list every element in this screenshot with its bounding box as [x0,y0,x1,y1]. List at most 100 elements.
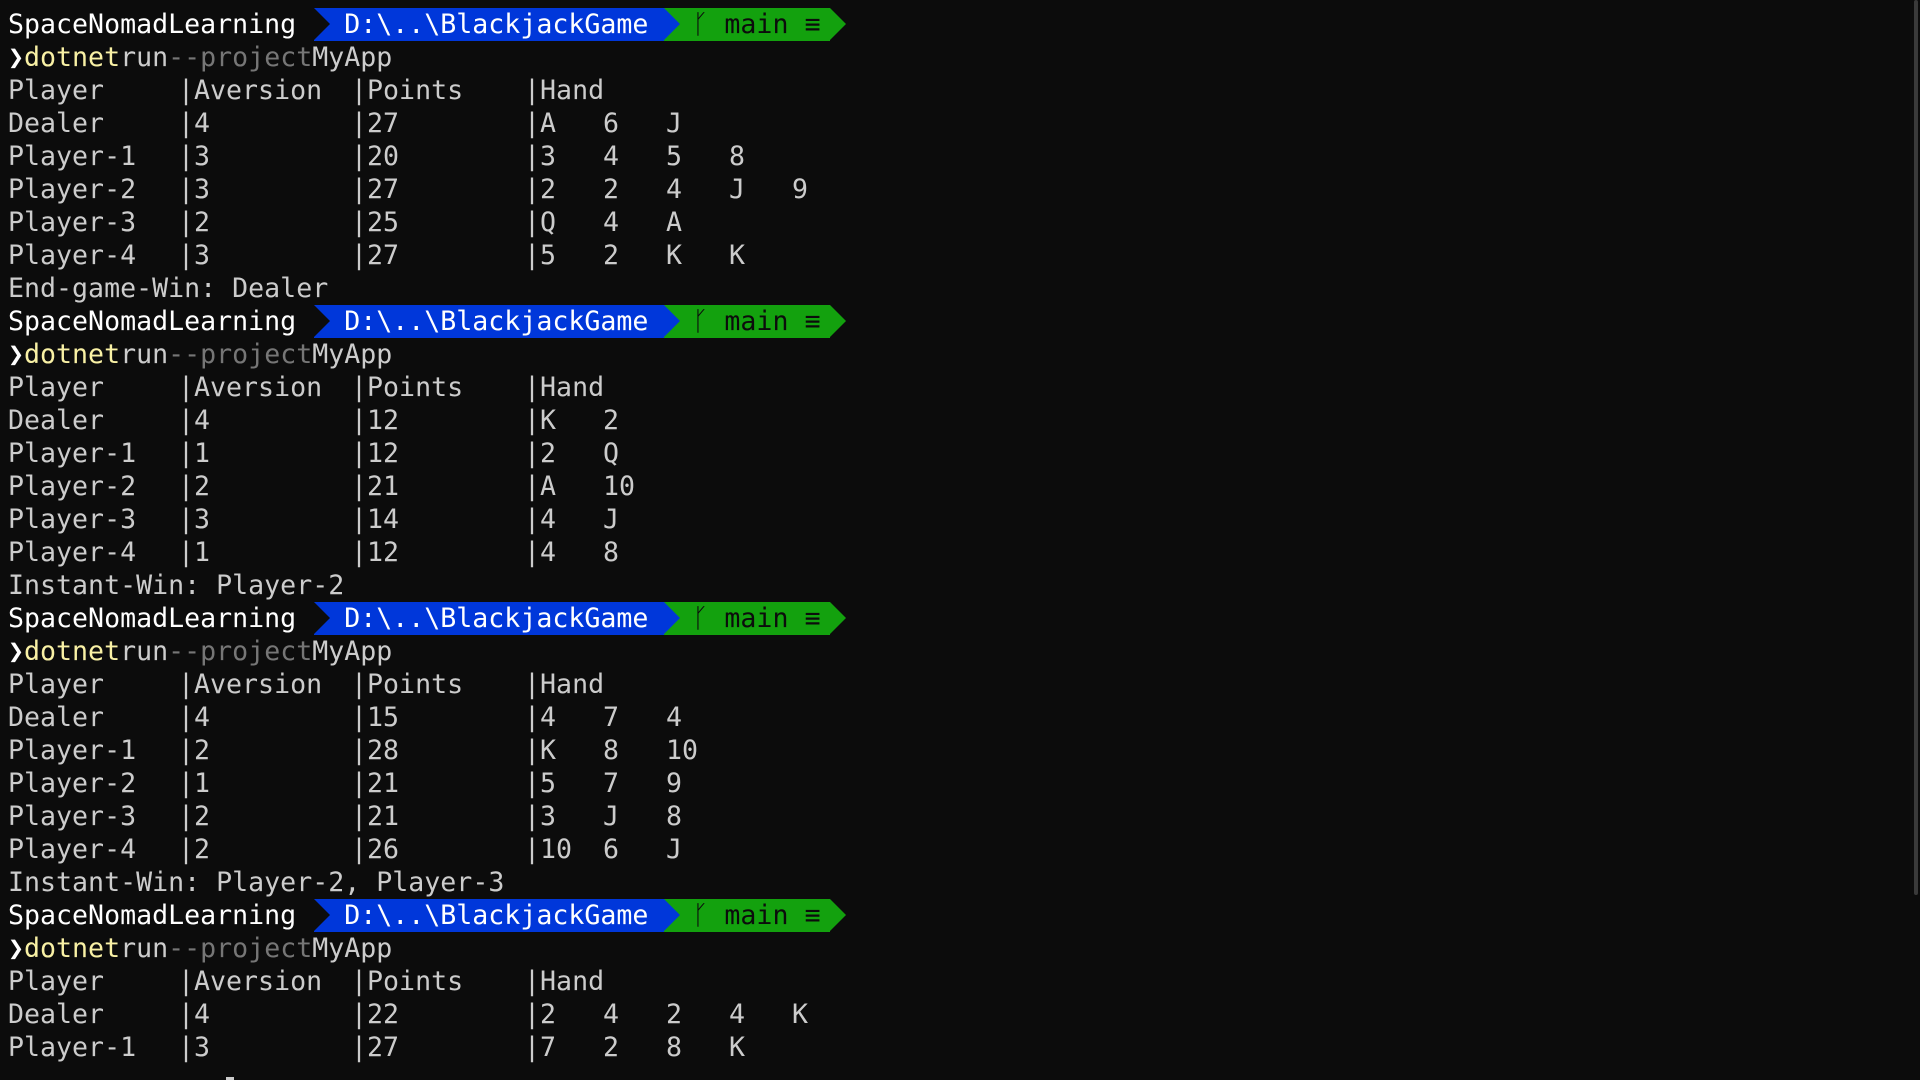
cell-player: Dealer [8,999,105,1030]
cell-points: 27 [367,1032,400,1063]
prompt-path: D:\..\BlackjackGame [314,305,665,338]
hand-card: A [540,471,557,502]
column-separator: | [351,702,368,733]
git-branch-name: main [724,9,789,40]
command-flag: --project [168,42,313,73]
command-line: ❯ dotnet run --project MyApp [8,41,1920,74]
cell-player: Player-4 [8,537,137,568]
cell-player: Player-2 [8,471,137,502]
cell-player: Player-1 [8,1032,137,1063]
cell-hand: 2Q [540,437,666,470]
hand-card: A [540,108,557,139]
table-row: Player-1 | 3 | 20 | 3458 [8,140,1920,173]
column-separator: | [351,75,368,106]
column-separator: | [178,537,195,568]
column-separator: | [351,174,368,205]
table-row: Player-4 | 3 | 27 | 52KK [8,239,1920,272]
command-arg: run [120,42,169,73]
cell-points: 21 [367,471,400,502]
prompt-user: SpaceNomadLearning [8,602,315,635]
prompt-arrow-icon: ❯ [8,933,25,964]
hand-card: 6 [603,108,620,139]
hand-card: Q [603,438,620,469]
command-flag: --project [168,339,313,370]
prompt-git-segment: ᚴ main ≡ [664,602,847,635]
cell-aversion: 3 [194,1032,211,1063]
column-separator: | [351,405,368,436]
cell-hand: 5 2 K K [540,239,792,272]
column-separator: | [351,999,368,1030]
header-points: Points [367,75,464,106]
game-result: Instant-Win: Player-2, Player-3 [8,867,505,898]
prompt-line: SpaceNomadLearning D:\..\BlackjackGame ᚴ m… [8,899,1920,932]
git-branch-icon: ᚴ [692,306,709,337]
header-points: Points [367,669,464,700]
scrollbar[interactable] [1914,0,1918,895]
cell-player: Player-4 [8,240,137,271]
cell-player: Dealer [8,405,105,436]
column-separator: | [524,438,541,469]
hand-card: J [729,174,746,205]
cell-points: 12 [367,405,400,436]
column-separator: | [524,702,541,733]
column-separator: | [178,669,195,700]
hand-card: 4 [540,504,557,535]
git-status-icon: ≡ [804,603,821,634]
hand-card: K [729,240,746,271]
cell-aversion: 1 [194,537,211,568]
cell-hand: K 8 10 [540,734,729,767]
column-separator: | [178,141,195,172]
cell-player: Dealer [8,702,105,733]
cell-points: 15 [367,702,400,733]
command-arg: run [120,933,169,964]
cell-points: 20 [367,141,400,172]
hand-card: 4 [540,537,557,568]
column-separator: | [178,174,195,205]
column-separator: | [524,75,541,106]
cell-player: Player-2 [8,768,137,799]
command-arg: run [120,339,169,370]
prompt-line: SpaceNomadLearning D:\..\BlackjackGame ᚴ m… [8,602,1920,635]
column-separator: | [178,471,195,502]
hand-card: 4 [729,999,746,1030]
cell-aversion: 3 [194,240,211,271]
column-separator: | [351,108,368,139]
column-separator: | [524,207,541,238]
git-status-icon: ≡ [804,9,821,40]
table-header: Player | Aversion | Points | Hand [8,371,1920,404]
header-points: Points [367,966,464,997]
column-separator: | [178,768,195,799]
cell-player: Player-3 [8,207,137,238]
hand-card: Q [540,207,557,238]
cell-points: 28 [367,735,400,766]
column-separator: | [178,702,195,733]
terminal-window[interactable]: SpaceNomadLearning D:\..\BlackjackGame ᚴ m… [0,0,1920,1080]
hand-card: 4 [603,999,620,1030]
column-separator: | [524,1032,541,1063]
column-separator: | [351,207,368,238]
command-name: dotnet [24,933,121,964]
cell-aversion: 2 [194,207,211,238]
header-aversion: Aversion [194,372,323,403]
hand-card: 2 [540,999,557,1030]
column-separator: | [524,174,541,205]
table-row: Player-3 | 2 | 21 | 3J8 [8,800,1920,833]
cell-hand: 2 4 2 4 K [540,998,855,1031]
command-value: MyApp [312,42,393,73]
column-separator: | [351,834,368,865]
hand-card: 5 [540,768,557,799]
git-status-icon: ≡ [804,306,821,337]
git-branch-name: main [724,603,789,634]
table-header: Player | Aversion | Points | Hand [8,74,1920,107]
column-separator: | [351,735,368,766]
column-separator: | [351,438,368,469]
column-separator: | [178,504,195,535]
column-separator: | [524,669,541,700]
prompt-user: SpaceNomadLearning [8,305,315,338]
hand-card: 2 [603,240,620,271]
cell-aversion: 4 [194,702,211,733]
cell-aversion: 1 [194,438,211,469]
cell-hand: 5 7 9 [540,767,729,800]
hand-card: 2 [666,999,683,1030]
prompt-git-segment: ᚴ main ≡ [664,305,847,338]
